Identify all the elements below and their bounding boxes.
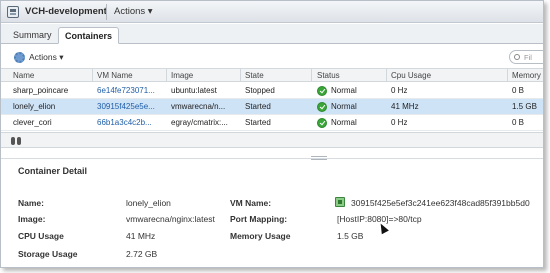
title-separator	[106, 4, 107, 20]
column-state[interactable]: State	[245, 71, 264, 80]
cell-cpu: 0 Hz	[391, 86, 408, 95]
tab-containers[interactable]: Containers	[58, 27, 120, 44]
cell-image: egray/cmatrix:...	[171, 118, 228, 127]
table-header: Name VM Name Image State Status Cpu Usag…	[1, 69, 543, 82]
search-icon	[514, 54, 520, 60]
cell-image: ubuntu:latest	[171, 86, 217, 95]
cell-status: Normal	[331, 102, 357, 111]
column-separator[interactable]	[166, 69, 167, 82]
column-separator[interactable]	[92, 69, 93, 82]
detail-vm-name-label: VM Name:	[230, 198, 272, 208]
cell-image: vmwarecna/n...	[171, 102, 226, 111]
table-row[interactable]: sharp_poincare 6e14fe723071... ubuntu:la…	[1, 83, 543, 99]
cell-vm-name-link[interactable]: 30915f425e5e...	[97, 102, 155, 111]
cell-state: Started	[245, 118, 271, 127]
detail-storage-value: 2.72 GB	[126, 249, 158, 259]
detail-vm-name-link[interactable]: 30915f425e5ef3c241ee623f48cad85f391bb5d0	[351, 198, 530, 208]
actions-dropdown[interactable]: Actions ▾	[29, 52, 64, 63]
column-status[interactable]: Status	[317, 71, 340, 80]
detail-memory-value: 1.5 GB	[337, 231, 364, 241]
cell-memory: 0 B	[512, 86, 525, 95]
containers-toolbar: Actions ▾ Fil	[1, 45, 543, 69]
panel-splitter	[1, 158, 543, 159]
status-normal-icon	[317, 86, 327, 96]
status-normal-icon	[317, 102, 327, 112]
column-memory[interactable]: Memory	[512, 71, 541, 80]
status-normal-icon	[317, 118, 327, 128]
detail-port-mapping-label: Port Mapping:	[230, 214, 288, 224]
cell-cpu: 41 MHz	[391, 102, 419, 111]
detail-name-label: Name:	[18, 198, 44, 208]
table-row[interactable]: clever_cori 66b1a3c4c2b... egray/cmatrix…	[1, 115, 543, 131]
column-vm-name[interactable]: VM Name	[97, 71, 133, 80]
filter-input[interactable]: Fil	[509, 50, 543, 64]
app-window: VCH-development Actions ▾ Summary Contai…	[0, 0, 544, 268]
window-title: VCH-development	[25, 6, 107, 17]
tab-bar: Summary Containers	[1, 24, 543, 44]
cell-name: lonely_elion	[13, 102, 56, 111]
cell-vm-name-link[interactable]: 6e14fe723071...	[97, 86, 155, 95]
table-row-selected[interactable]: lonely_elion 30915f425e5e... vmwarecna/n…	[1, 99, 543, 115]
app-icon	[7, 6, 19, 18]
cell-cpu: 0 Hz	[391, 118, 408, 127]
column-separator[interactable]	[240, 69, 241, 82]
cell-vm-name-link[interactable]: 66b1a3c4c2b...	[97, 118, 152, 127]
column-separator[interactable]	[311, 69, 312, 82]
detail-image-value: vmwarecna/nginx:latest	[126, 214, 215, 224]
gear-icon[interactable]	[14, 52, 25, 63]
detail-cpu-label: CPU Usage	[18, 231, 64, 241]
detail-cpu-value: 41 MHz	[126, 231, 156, 241]
column-cpu-usage[interactable]: Cpu Usage	[391, 71, 431, 80]
cell-memory: 1.5 GB	[512, 102, 537, 111]
title-actions-menu[interactable]: Actions ▾	[114, 6, 153, 17]
binoculars-icon[interactable]	[11, 137, 22, 145]
detail-memory-label: Memory Usage	[230, 231, 291, 241]
cell-name: sharp_poincare	[13, 86, 69, 95]
vm-icon	[335, 197, 345, 207]
title-bar: VCH-development Actions ▾	[1, 1, 543, 23]
column-separator[interactable]	[386, 69, 387, 82]
detail-port-mapping-value: [HostIP:8080]=>80/tcp	[337, 214, 422, 224]
cell-status: Normal	[331, 86, 357, 95]
column-image[interactable]: Image	[171, 71, 193, 80]
cell-state: Stopped	[245, 86, 275, 95]
detail-name-value: lonely_elion	[126, 198, 171, 208]
table-footer	[1, 132, 543, 148]
column-name[interactable]: Name	[13, 71, 34, 80]
cell-memory: 0 B	[512, 118, 525, 127]
detail-storage-label: Storage Usage	[18, 249, 78, 259]
splitter-handle[interactable]	[311, 156, 327, 160]
cell-status: Normal	[331, 118, 357, 127]
container-detail-title: Container Detail	[18, 166, 88, 176]
column-separator[interactable]	[507, 69, 508, 82]
cell-state: Started	[245, 102, 271, 111]
cell-name: clever_cori	[13, 118, 52, 127]
tab-summary[interactable]: Summary	[7, 27, 58, 44]
detail-image-label: Image:	[18, 214, 46, 224]
